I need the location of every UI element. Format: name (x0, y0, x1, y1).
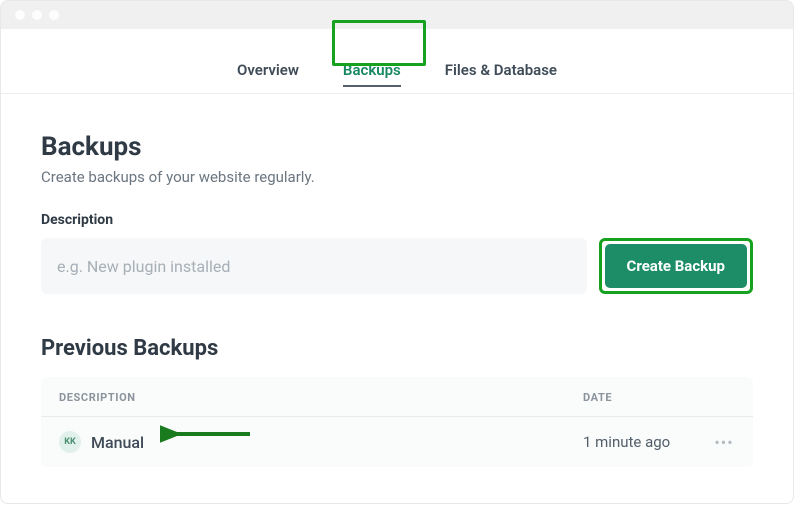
window-minimize-dot[interactable] (32, 10, 42, 20)
page-title: Backups (41, 132, 753, 162)
previous-backups-table: DESCRIPTION DATE KK Manual 1 minute ago … (41, 377, 753, 467)
row-description-cell: KK Manual (59, 431, 583, 453)
col-header-description: DESCRIPTION (59, 391, 583, 404)
tab-files-database[interactable]: Files & Database (423, 53, 579, 93)
previous-backups-title: Previous Backups (41, 336, 753, 361)
tab-overview[interactable]: Overview (215, 53, 321, 93)
create-backup-button[interactable]: Create Backup (605, 244, 747, 288)
window-maximize-dot[interactable] (49, 10, 59, 20)
table-header: DESCRIPTION DATE (41, 377, 753, 417)
create-backup-highlight: Create Backup (599, 238, 753, 294)
row-date: 1 minute ago (583, 433, 713, 451)
col-header-date: DATE (583, 391, 713, 404)
description-label: Description (41, 212, 753, 228)
create-backup-row: Create Backup (41, 238, 753, 294)
window-close-dot[interactable] (15, 10, 25, 20)
tab-bar: Overview Backups Files & Database (1, 29, 793, 94)
browser-titlebar (0, 0, 794, 29)
app-window: Overview Backups Files & Database Backup… (0, 29, 794, 504)
row-description: Manual (91, 433, 144, 452)
more-actions-icon[interactable]: ••• (713, 433, 735, 452)
main-content: Backups Create backups of your website r… (1, 94, 793, 483)
avatar: KK (59, 431, 81, 453)
col-header-actions (713, 391, 735, 404)
description-input[interactable] (41, 238, 587, 294)
table-row[interactable]: KK Manual 1 minute ago ••• (41, 417, 753, 467)
page-subtitle: Create backups of your website regularly… (41, 168, 753, 186)
tab-backups[interactable]: Backups (321, 53, 423, 93)
